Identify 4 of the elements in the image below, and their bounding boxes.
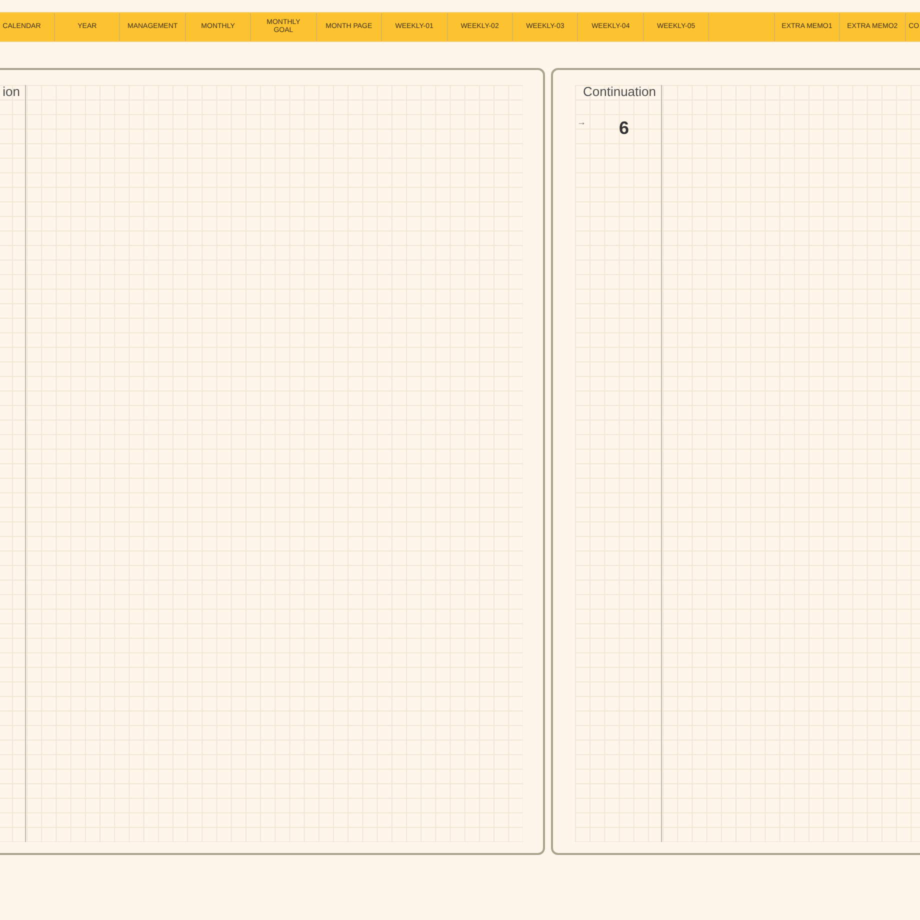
page-number: 6 bbox=[619, 118, 630, 138]
page-heading: ion bbox=[2, 85, 20, 99]
arrow-label: → bbox=[577, 117, 587, 127]
page-heading: Continuation bbox=[583, 85, 656, 99]
